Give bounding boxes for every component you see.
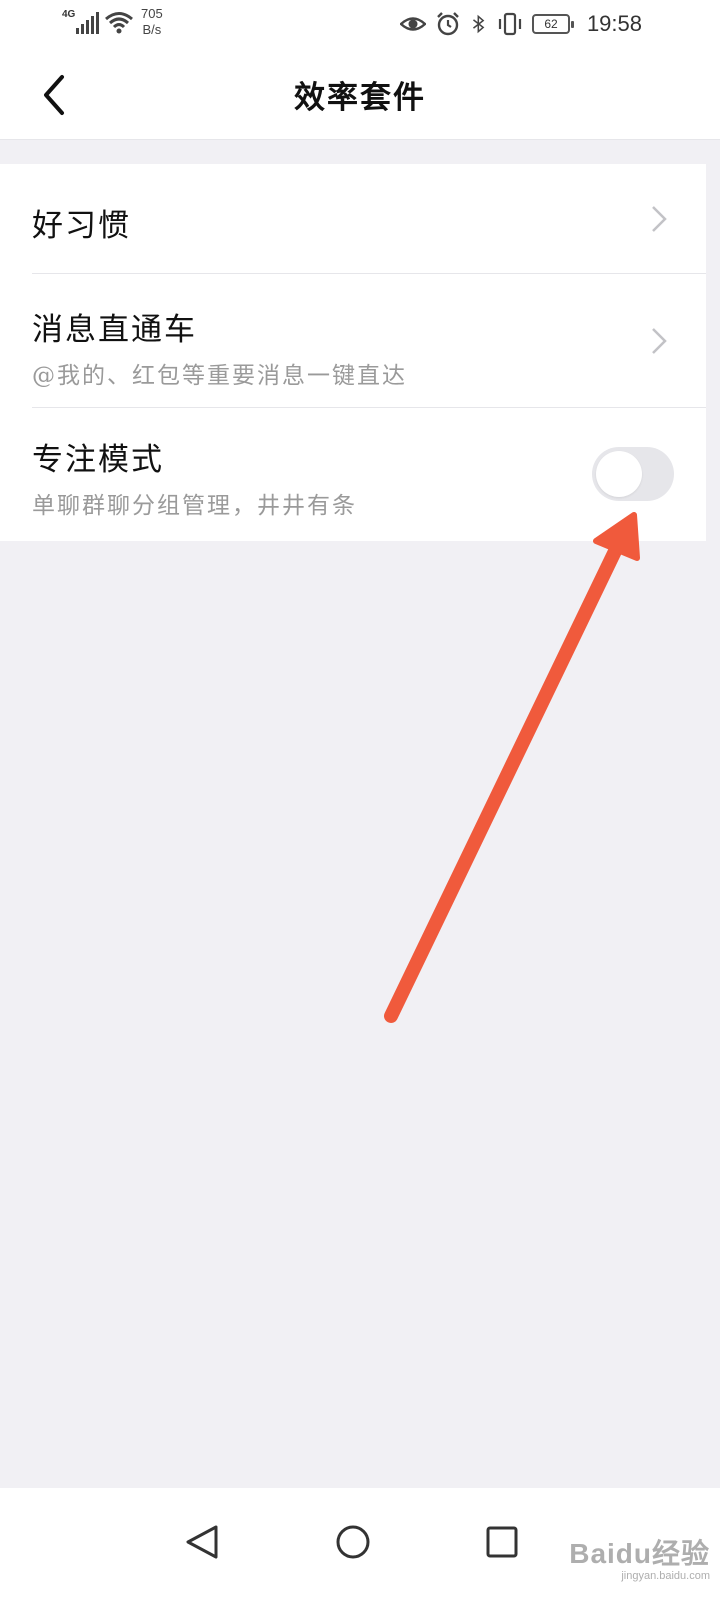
watermark-url: jingyan.baidu.com bbox=[621, 1570, 710, 1582]
list-item-good-habits[interactable]: 好习惯 bbox=[0, 164, 706, 274]
network-speed: 705 B/s bbox=[141, 6, 163, 38]
list-item-focus-mode: 专注模式 单聊群聊分组管理，井井有条 bbox=[0, 408, 706, 541]
alarm-icon bbox=[437, 12, 459, 36]
network-speed-unit: B/s bbox=[142, 22, 162, 37]
network-speed-value: 705 bbox=[141, 6, 163, 21]
list-item-title: 好习惯 bbox=[32, 208, 131, 244]
bluetooth-icon bbox=[472, 14, 485, 34]
list-item-title: 消息直通车 bbox=[32, 312, 197, 348]
page-title: 效率套件 bbox=[294, 80, 426, 116]
list-item-message-express[interactable]: 消息直通车 @我的、红包等重要消息一键直达 bbox=[0, 274, 706, 408]
recents-square-icon bbox=[486, 1526, 518, 1558]
watermark-brand: Baidu经验 bbox=[569, 1538, 710, 1569]
status-bar: 4G 705 B/s 62 19:58 bbox=[0, 0, 720, 50]
chevron-right-icon bbox=[652, 328, 667, 354]
back-triangle-icon bbox=[186, 1525, 218, 1559]
network-type-label: 4G bbox=[62, 9, 76, 20]
system-recents-button[interactable] bbox=[470, 1510, 534, 1574]
toggle-knob bbox=[596, 451, 642, 497]
battery-icon: 62 bbox=[532, 14, 574, 34]
clock: 19:58 bbox=[586, 11, 642, 36]
eye-icon bbox=[400, 17, 426, 31]
focus-mode-toggle[interactable] bbox=[592, 447, 674, 501]
system-back-button[interactable] bbox=[170, 1510, 234, 1574]
list-item-subtitle: 单聊群聊分组管理，井井有条 bbox=[32, 493, 357, 519]
home-circle-icon bbox=[336, 1525, 370, 1559]
chevron-right-icon bbox=[652, 206, 667, 232]
baidu-jingyan-watermark: Baidu经验 jingyan.baidu.com bbox=[569, 1532, 710, 1582]
system-navigation-bar: Baidu经验 jingyan.baidu.com bbox=[0, 1488, 720, 1600]
top-nav-bar: 效率套件 bbox=[0, 50, 720, 140]
status-icons: 62 bbox=[400, 10, 574, 38]
settings-list: 好习惯 消息直通车 @我的、红包等重要消息一键直达 专注模式 单聊群聊分组管理，… bbox=[0, 164, 706, 541]
list-item-title: 专注模式 bbox=[32, 442, 164, 478]
list-item-subtitle: @我的、红包等重要消息一键直达 bbox=[32, 363, 407, 389]
battery-level: 62 bbox=[544, 17, 558, 31]
system-home-button[interactable] bbox=[321, 1510, 385, 1574]
wifi-icon bbox=[105, 12, 133, 34]
vibrate-icon bbox=[498, 12, 522, 36]
